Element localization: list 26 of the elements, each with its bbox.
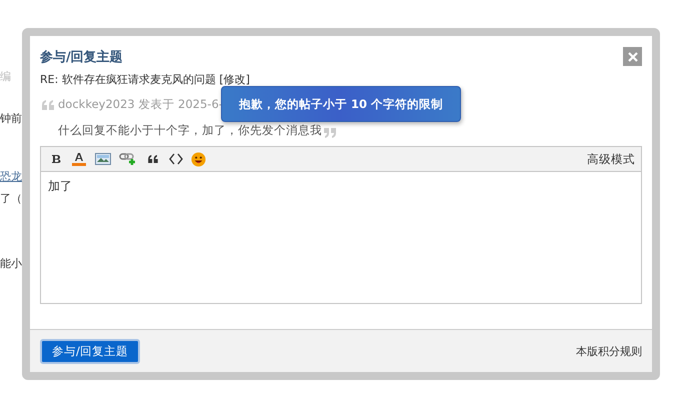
add-link-icon: [119, 152, 137, 166]
page-text: 钟前: [0, 112, 22, 126]
close-button[interactable]: [623, 47, 642, 66]
page-text: 编: [0, 70, 12, 84]
image-icon: [95, 153, 111, 165]
font-color-icon: [71, 152, 87, 166]
dialog-title: 参与/回复主题: [40, 48, 123, 66]
subject-text: RE: 软件存在疯狂请求麦克风的问题: [40, 73, 216, 86]
page-text: 了（: [0, 192, 22, 206]
code-icon: [168, 153, 182, 165]
advanced-mode-link[interactable]: 高级模式: [587, 152, 635, 166]
page-text: 能小: [0, 257, 22, 271]
close-quote-icon: [324, 128, 336, 138]
bold-icon: [50, 154, 60, 164]
error-toast: 抱歉，您的帖子小于 10 个字符的限制: [221, 86, 461, 122]
quote-text: 什么回复不能小于十个字，加了，你先发个消息我: [58, 123, 322, 138]
smiley-icon: [191, 152, 206, 166]
user-link[interactable]: 恐龙: [0, 170, 22, 184]
open-quote-icon: [42, 100, 54, 110]
edit-link[interactable]: [修改]: [219, 73, 250, 86]
close-icon: [628, 52, 638, 62]
quote-icon: [148, 155, 158, 163]
rules-link[interactable]: 本版积分规则: [576, 344, 642, 358]
reply-button[interactable]: 参与/回复主题: [40, 338, 140, 364]
quote-author: dockkey2023 发表于 2025-6-: [58, 97, 223, 112]
message-field[interactable]: 加了: [40, 172, 642, 304]
